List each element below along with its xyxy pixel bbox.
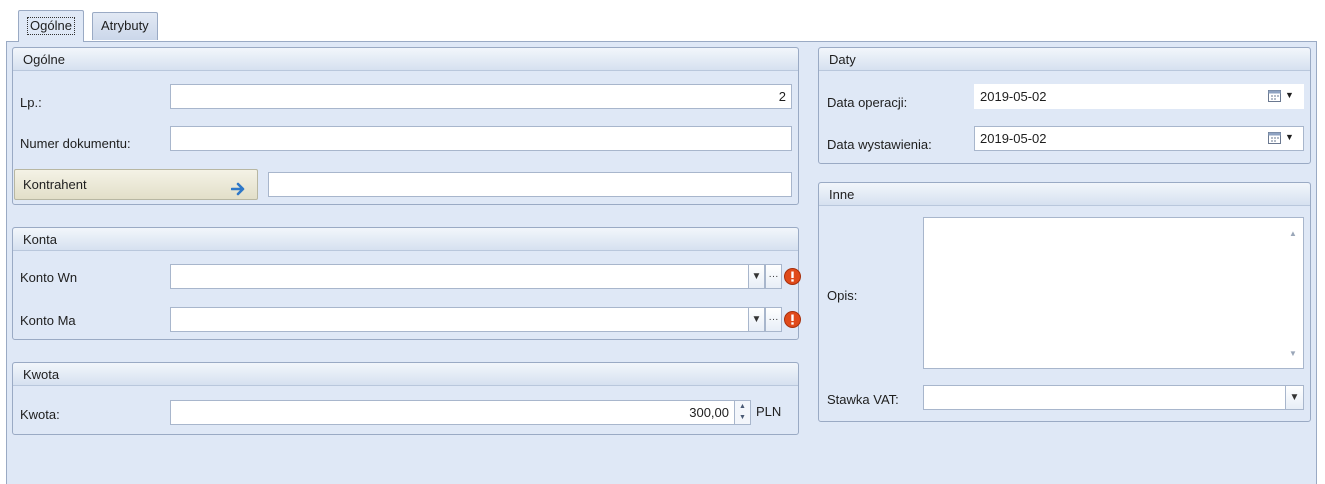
spin-up-button[interactable]: ▲ [735, 401, 750, 412]
opis-label: Opis: [827, 288, 858, 303]
konto-ma-input[interactable] [170, 307, 766, 332]
konto-ma-label: Konto Ma [20, 313, 76, 328]
kwota-input[interactable]: 300,00 [170, 400, 735, 425]
kwota-label: Kwota: [20, 407, 60, 422]
error-icon [784, 268, 801, 285]
group-daty-title: Daty [819, 48, 1310, 71]
group-kwota-title: Kwota [13, 363, 798, 386]
konto-wn-dropdown-button[interactable]: ▼ [748, 264, 765, 289]
scroll-down-arrow-icon[interactable]: ▼ [1289, 349, 1297, 358]
group-inne-title: Inne [819, 183, 1310, 206]
konto-ma-ellipsis-button[interactable]: ··· [765, 307, 782, 332]
tab-atrybuty[interactable]: Atrybuty [92, 12, 158, 40]
kontrahent-input[interactable] [268, 172, 792, 197]
group-konta: Konta Konto Wn ▼ ··· Konto Ma ▼ ··· [12, 227, 801, 340]
konto-wn-ellipsis-button[interactable]: ··· [765, 264, 782, 289]
data-operacji-input[interactable]: 2019-05-02 [974, 84, 1304, 109]
numer-dokumentu-label: Numer dokumentu: [20, 136, 131, 151]
tab-ogolne[interactable]: Ogólne [18, 10, 84, 42]
group-kwota: Kwota Kwota: 300,00 ▲ ▼ PLN [12, 362, 799, 435]
data-operacji-dropdown-button[interactable]: ▼ [1285, 90, 1294, 100]
spin-down-button[interactable]: ▼ [735, 412, 750, 423]
numer-dokumentu-input[interactable] [170, 126, 792, 151]
konto-wn-label: Konto Wn [20, 270, 78, 285]
calendar-icon[interactable] [1268, 131, 1282, 148]
stawka-vat-dropdown-button[interactable]: ▼ [1285, 385, 1304, 410]
lp-input[interactable]: 2 [170, 84, 792, 109]
stawka-vat-label: Stawka VAT: [827, 392, 899, 407]
calendar-icon[interactable] [1268, 89, 1282, 106]
group-daty: Daty Data operacji: 2019-05-02 ▼ Data wy… [818, 47, 1311, 164]
scroll-up-arrow-icon[interactable]: ▲ [1289, 229, 1297, 238]
tab-strip: Ogólne Atrybuty [0, 0, 1325, 44]
kontrahent-button-label: Kontrahent [23, 177, 87, 192]
tab-atrybuty-label: Atrybuty [101, 18, 149, 33]
data-operacji-value: 2019-05-02 [980, 89, 1047, 104]
data-operacji-label: Data operacji: [827, 95, 908, 110]
kwota-spin: ▲ ▼ [734, 400, 751, 425]
tab-ogolne-label: Ogólne [27, 17, 75, 35]
data-wystawienia-label: Data wystawienia: [827, 137, 932, 152]
group-inne: Inne Opis: ▲ ▼ Stawka VAT: ▼ [818, 182, 1311, 422]
data-wystawienia-dropdown-button[interactable]: ▼ [1285, 132, 1294, 142]
currency-label: PLN [756, 404, 782, 419]
group-konta-title: Konta [13, 228, 798, 251]
opis-textarea[interactable] [923, 217, 1304, 369]
error-icon [784, 311, 801, 328]
group-ogolne-title: Ogólne [13, 48, 798, 71]
stawka-vat-select[interactable] [923, 385, 1304, 410]
group-ogolne: Ogólne Lp.: 2 Numer dokumentu: Kontrahen… [12, 47, 799, 205]
kontrahent-button[interactable]: Kontrahent [14, 169, 258, 200]
arrow-right-icon [230, 177, 247, 206]
data-wystawienia-input[interactable]: 2019-05-02 [974, 126, 1304, 151]
tab-content: Ogólne Lp.: 2 Numer dokumentu: Kontrahen… [6, 41, 1317, 484]
data-wystawienia-value: 2019-05-02 [980, 131, 1047, 146]
konto-wn-input[interactable] [170, 264, 766, 289]
lp-label: Lp.: [20, 95, 42, 110]
konto-ma-dropdown-button[interactable]: ▼ [748, 307, 765, 332]
